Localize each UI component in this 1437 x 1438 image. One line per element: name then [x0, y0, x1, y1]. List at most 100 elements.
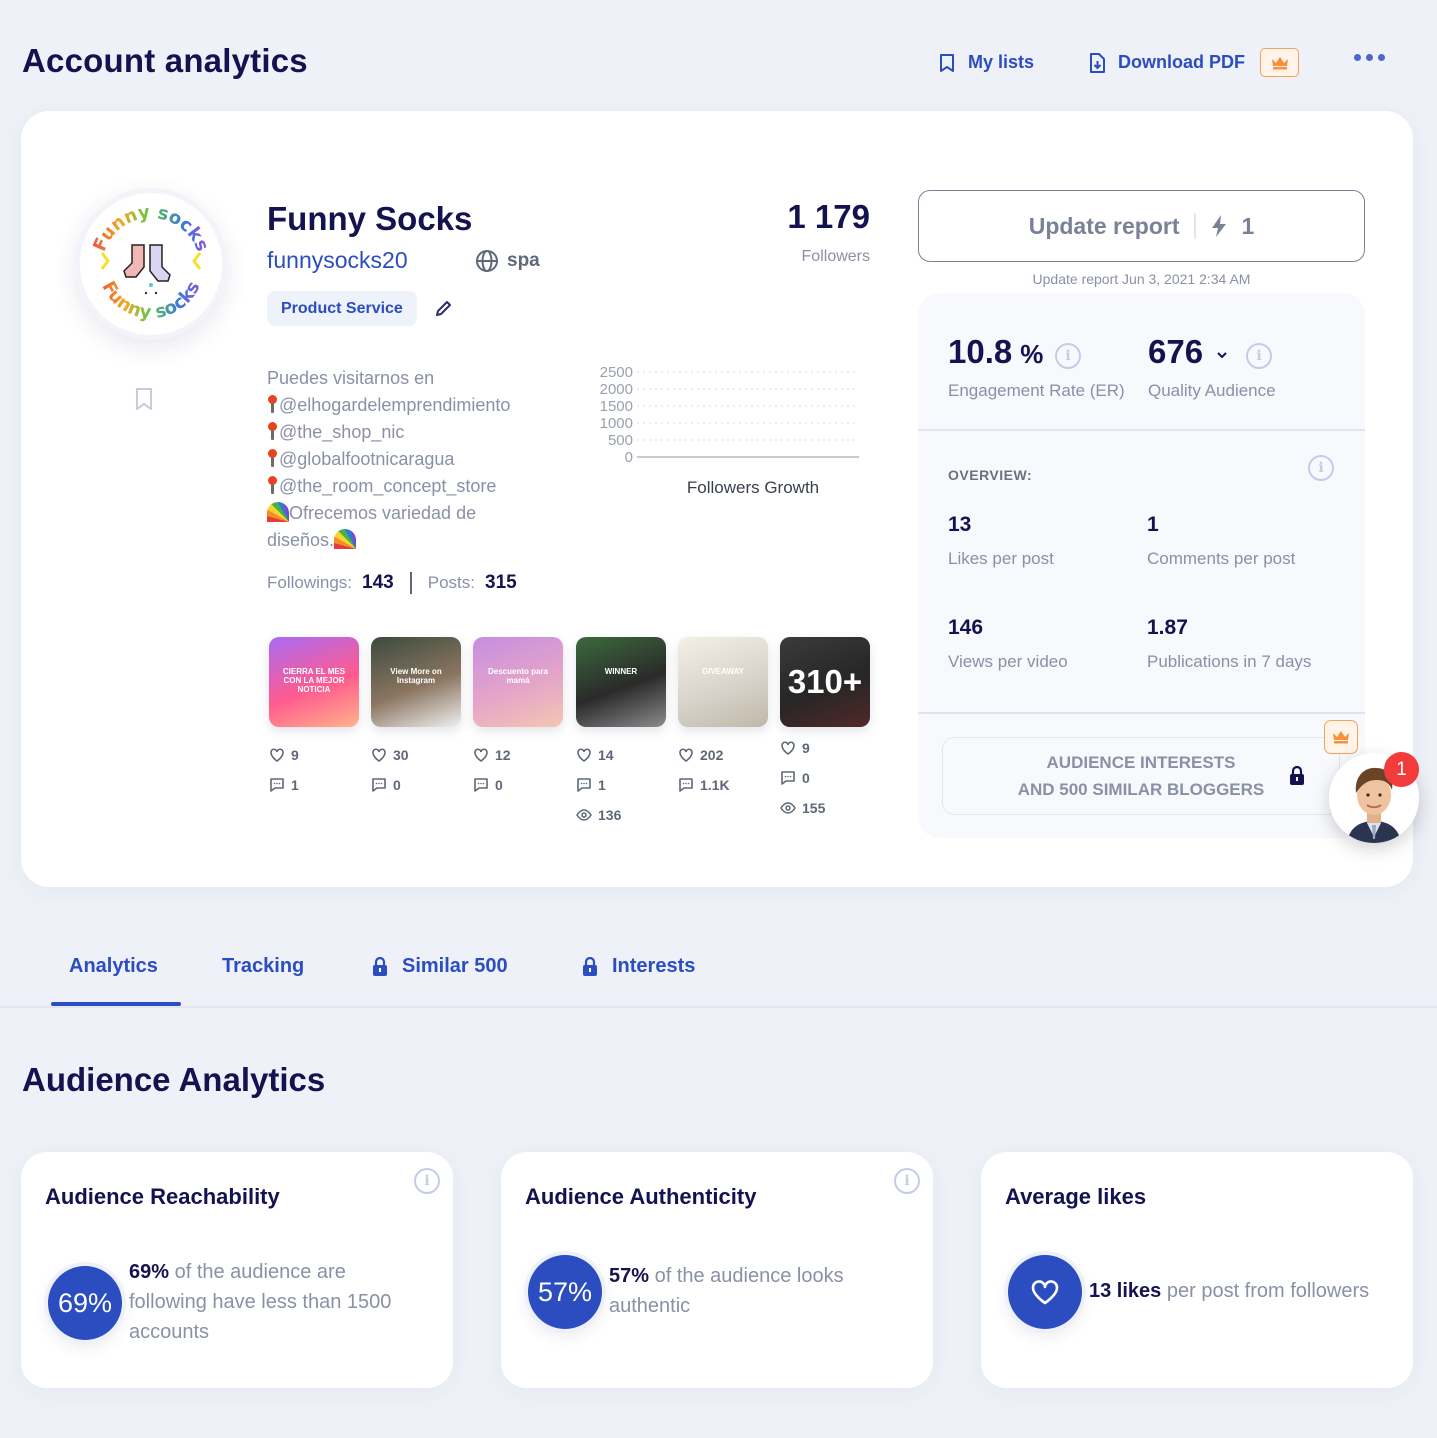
audience-reachability-card: Audience Reachability i 69% 69% of the a… [21, 1152, 453, 1388]
post-item: CIERRA EL MES CON LA MEJOR NOTICIA 9 1 [269, 637, 359, 800]
bio-line: Ofrecemos variedad de [267, 500, 567, 527]
lock-icon [1290, 766, 1304, 785]
bio-link-line: @the_room_concept_store [267, 473, 567, 500]
bio-text: diseños. [267, 530, 335, 550]
likes-highlight: 13 likes [1089, 1280, 1162, 1302]
bio-link-line: @the_shop_nic [267, 419, 567, 446]
update-credits: 1 [1241, 212, 1255, 239]
save-bookmark-icon[interactable] [133, 386, 155, 412]
heart-icon [1031, 1280, 1059, 1305]
likes-count: 30 [393, 747, 409, 763]
crown-icon [1271, 56, 1288, 69]
lock-icon [583, 956, 597, 976]
publications-label: Publications in 7 days [1147, 652, 1312, 671]
post-thumbnail[interactable]: WINNER [576, 637, 666, 727]
comments-count: 0 [495, 777, 503, 793]
info-icon[interactable]: i [414, 1168, 440, 1194]
bio-line: Puedes visitarnos en [267, 368, 435, 388]
pushpin-icon [267, 475, 277, 495]
globe-icon [476, 250, 498, 272]
more-options-button[interactable] [1354, 54, 1385, 61]
post-comments: 0 [371, 770, 461, 800]
y-tick-label: 2500 [600, 364, 633, 381]
language-code: spa [507, 250, 540, 271]
bio-mention[interactable]: @elhogardelemprendimiento [279, 395, 510, 415]
followings-count: 143 [362, 572, 394, 593]
card-description: 13 likes per post from followers [1089, 1276, 1409, 1306]
y-tick-label: 500 [608, 432, 633, 449]
avatar-logo: Funny socks Funny socks [89, 202, 213, 324]
premium-badge[interactable] [1260, 48, 1299, 77]
quality-audience-info-icon[interactable]: i [1246, 343, 1272, 369]
tab-analytics[interactable]: Analytics [69, 955, 158, 978]
er-unit: % [1020, 339, 1044, 369]
tab-interests[interactable]: Interests [582, 955, 695, 978]
update-report-button[interactable]: Update report 1 [918, 190, 1365, 262]
divider [918, 429, 1365, 431]
tab-tracking[interactable]: Tracking [222, 955, 304, 978]
description-text: of the audience are following have less … [129, 1261, 392, 1343]
comment-icon [474, 778, 488, 792]
chevron-down-icon[interactable] [1216, 351, 1228, 359]
views-per-video-label: Views per video [948, 652, 1068, 671]
post-views: 155 [780, 793, 870, 823]
post-thumbnail[interactable]: Descuento para mamá [473, 637, 563, 727]
bio-mention[interactable]: @globalfootnicaragua [279, 449, 454, 469]
followers-label: Followers [801, 248, 870, 265]
profile-handle[interactable]: funnysocks20 [267, 247, 408, 274]
post-comments: 0 [780, 763, 870, 793]
er-info-icon[interactable]: i [1055, 343, 1081, 369]
overview-info-icon[interactable]: i [1308, 455, 1334, 481]
tabs-divider [0, 1006, 1437, 1008]
y-tick-label: 0 [625, 449, 633, 466]
card-title: Average likes [1005, 1184, 1147, 1209]
more-posts-overlay[interactable]: 310+ [780, 637, 870, 727]
profile-language: spa [475, 249, 540, 273]
post-thumbnail[interactable]: View More on Instagram [371, 637, 461, 727]
comments-per-post-value: 1 [1147, 513, 1159, 536]
percent-circle: 69% [48, 1266, 122, 1340]
audience-authenticity-card: Audience Authenticity i 57% 57% of the a… [501, 1152, 933, 1388]
my-lists-label: My lists [968, 52, 1035, 72]
divider [918, 712, 1365, 714]
bio-link-line: @globalfootnicaragua [267, 446, 567, 473]
comments-count: 1 [291, 777, 299, 793]
comment-icon [781, 771, 795, 785]
post-thumbnail[interactable]: CIERRA EL MES CON LA MEJOR NOTICIA [269, 637, 359, 727]
pushpin-icon [267, 448, 277, 468]
post-thumbnail[interactable]: 310+ [780, 637, 870, 727]
pencil-icon[interactable] [434, 298, 454, 318]
audience-interests-locked-button[interactable]: AUDIENCE INTERESTS AND 500 SIMILAR BLOGG… [942, 737, 1340, 815]
likes-count: 14 [598, 747, 614, 763]
followers-count: 1 179 [787, 198, 870, 235]
post-likes: 14 [576, 740, 666, 770]
lightning-icon [1211, 215, 1226, 237]
post-thumbnail[interactable]: GIVEAWAY [678, 637, 768, 727]
follow-stats: Followings: 143 Posts: 315 [267, 572, 517, 594]
comment-icon [679, 778, 693, 792]
followings-label: Followings: [267, 573, 353, 592]
er-stat: 10.8 % [948, 333, 1043, 371]
card-description: 57% of the audience looks authentic [609, 1261, 909, 1321]
likes-count: 9 [291, 747, 299, 763]
crown-icon [1333, 731, 1349, 744]
download-pdf-link[interactable]: Download PDF [1088, 52, 1245, 73]
category-tag: Product Service [267, 291, 417, 326]
premium-badge[interactable] [1324, 720, 1358, 754]
posts-label: Posts: [427, 573, 475, 592]
my-lists-link[interactable]: My lists [938, 52, 1034, 73]
heart-icon [474, 748, 488, 762]
bio-mention[interactable]: @the_shop_nic [279, 422, 404, 442]
tab-label: Similar 500 [402, 955, 508, 977]
y-tick-label: 1000 [600, 415, 633, 432]
heart-circle [1008, 1255, 1082, 1329]
info-icon[interactable]: i [894, 1168, 920, 1194]
tab-similar-500[interactable]: Similar 500 [372, 955, 508, 978]
y-tick-label: 1500 [600, 398, 633, 415]
likes-per-post-value: 13 [948, 513, 972, 536]
quality-audience-value: 676 [1148, 333, 1204, 370]
bio-mention[interactable]: @the_room_concept_store [279, 476, 496, 496]
post-comments: 1 [269, 770, 359, 800]
heart-icon [781, 741, 795, 755]
bio-text: Ofrecemos variedad de [289, 503, 477, 523]
